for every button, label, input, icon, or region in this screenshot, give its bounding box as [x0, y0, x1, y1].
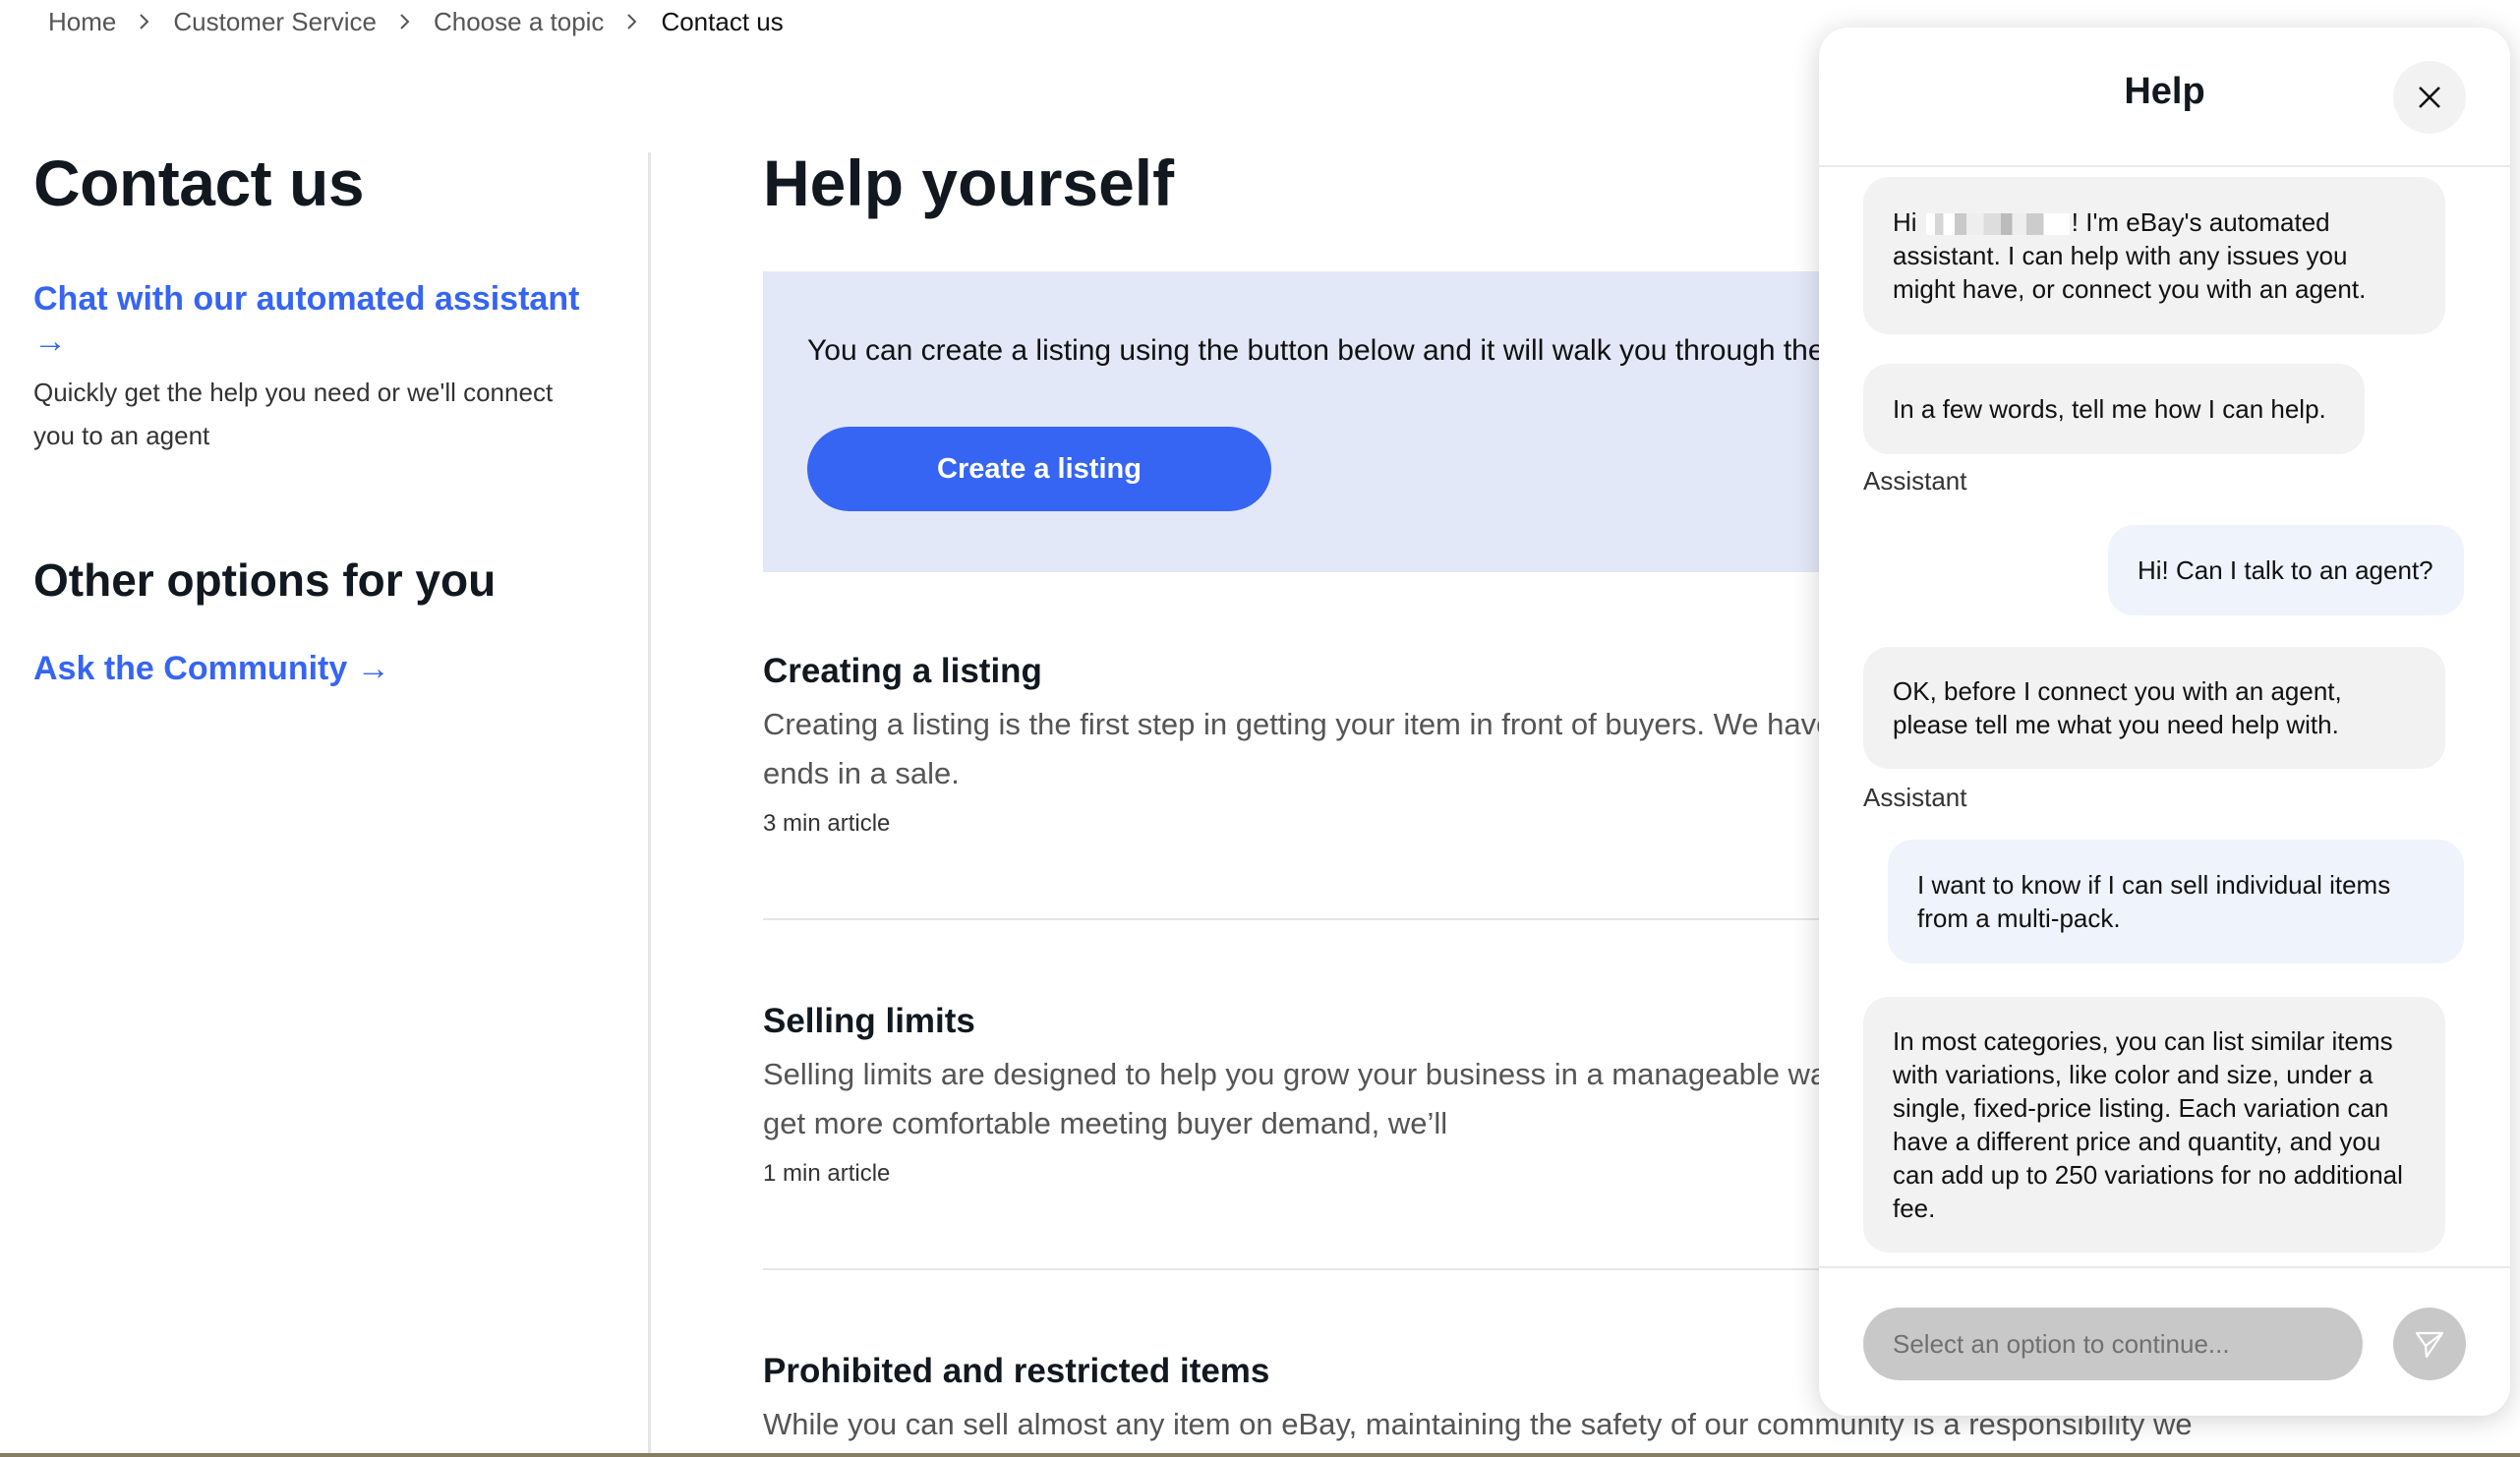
- create-listing-button[interactable]: Create a listing: [807, 427, 1271, 511]
- chat-input[interactable]: [1863, 1308, 2363, 1380]
- divider: [763, 918, 1943, 920]
- arrow-right-icon[interactable]: →: [33, 321, 623, 361]
- bot-message: Hi ! I'm eBay's automated assistant. I c…: [1863, 177, 2445, 334]
- close-button[interactable]: [2393, 61, 2466, 134]
- panel-header-divider: [1819, 165, 2510, 167]
- bot-message: In a few words, tell me how I can help.: [1863, 364, 2365, 454]
- breadcrumb-customer-service[interactable]: Customer Service: [173, 7, 377, 37]
- send-button[interactable]: [2393, 1308, 2466, 1380]
- ask-community-link[interactable]: Ask the Community →: [33, 650, 390, 688]
- breadcrumb: Home Customer Service Choose a topic Con…: [48, 4, 784, 39]
- bot-message: OK, before I connect you with an agent, …: [1863, 647, 2445, 769]
- greeting-prefix: Hi: [1893, 207, 1924, 237]
- page-bottom-border: [0, 1453, 2520, 1457]
- column-divider: [648, 152, 651, 1457]
- chat-description: Quickly get the help you need or we'll c…: [33, 377, 554, 450]
- other-options-heading: Other options for you: [33, 554, 497, 606]
- chevron-right-icon: [625, 12, 639, 31]
- create-listing-banner: You can create a listing using the butto…: [763, 271, 1943, 572]
- chevron-right-icon: [398, 12, 412, 31]
- panel-footer-divider: [1819, 1266, 2510, 1268]
- banner-text: You can create a listing using the butto…: [807, 334, 1825, 367]
- page-title: Contact us: [33, 146, 365, 219]
- user-message: Hi! Can I talk to an agent?: [2108, 525, 2464, 615]
- divider: [763, 1268, 1943, 1270]
- redacted-username: [1925, 213, 2070, 236]
- sender-label: Assistant: [1863, 783, 1967, 812]
- sender-label: Assistant: [1863, 466, 1967, 495]
- bot-message: In most categories, you can list similar…: [1863, 997, 2445, 1253]
- breadcrumb-home[interactable]: Home: [48, 7, 116, 37]
- help-chat-panel: Help Hi ! I'm eBay's automated assistant…: [1819, 28, 2510, 1416]
- contact-options: Contact us Chat with our automated assis…: [33, 147, 623, 688]
- breadcrumb-choose-topic[interactable]: Choose a topic: [434, 7, 604, 37]
- breadcrumb-current: Contact us: [661, 6, 784, 36]
- chevron-right-icon: [138, 12, 151, 31]
- chat-assistant-link[interactable]: Chat with our automated assistant: [33, 276, 623, 321]
- close-icon: [2419, 87, 2440, 108]
- user-message: I want to know if I can sell individual …: [1888, 840, 2464, 963]
- send-icon: [2415, 1331, 2444, 1359]
